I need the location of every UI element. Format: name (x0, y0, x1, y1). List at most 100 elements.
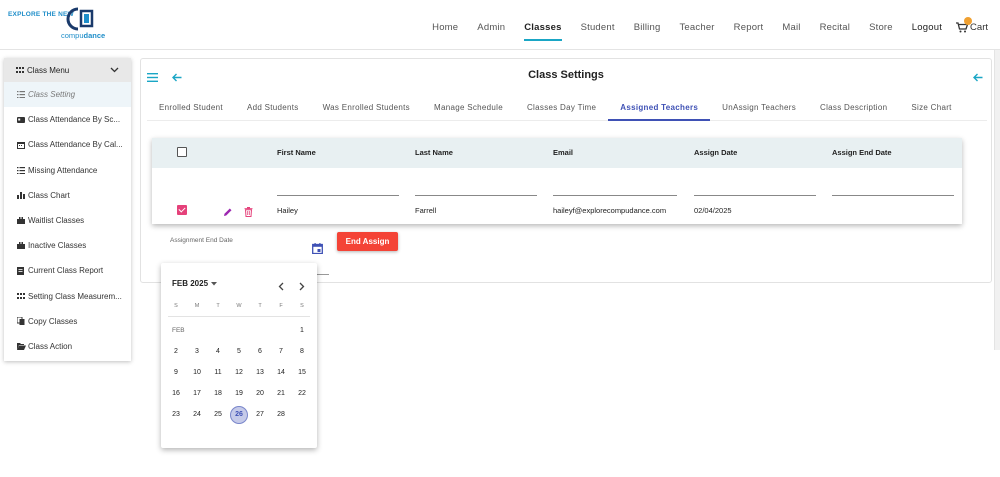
tab-class-description[interactable]: Class Description (808, 95, 899, 121)
tab-manage-schedule[interactable]: Manage Schedule (422, 95, 515, 121)
calendar-day[interactable]: 1 (293, 322, 311, 340)
calendar-day[interactable]: 17 (188, 385, 206, 403)
calendar-day[interactable]: 11 (209, 364, 227, 382)
sidebar-item-missing-attendance[interactable]: Missing Attendance (4, 158, 131, 183)
sidebar-item-copy-classes[interactable]: Copy Classes (4, 309, 131, 334)
calendar-day[interactable]: 8 (293, 343, 311, 361)
row-checkbox[interactable] (177, 205, 187, 215)
filter-email-input[interactable] (553, 195, 677, 196)
filter-first-name-input[interactable] (277, 195, 399, 196)
header-last-name[interactable]: Last Name (415, 148, 453, 157)
next-month-button[interactable] (298, 278, 306, 296)
brand-name: compudance (61, 31, 106, 40)
datepicker-popup: FEB 2025 S M T W T F S FEB 1 2 3 4 5 6 7 8 9 10 11… (161, 263, 317, 448)
calendar-day[interactable]: 19 (230, 385, 248, 403)
calendar-day[interactable]: 10 (188, 364, 206, 382)
calendar-day[interactable]: 6 (251, 343, 269, 361)
calendar-day[interactable]: 27 (251, 406, 269, 424)
period-selector-button[interactable]: FEB 2025 (172, 279, 218, 288)
calendar-day[interactable]: 4 (209, 343, 227, 361)
calendar-day[interactable]: 22 (293, 385, 311, 403)
calendar-day[interactable]: 28 (272, 406, 290, 424)
folder-open-icon (17, 342, 26, 350)
table-header: First Name Last Name Email Assign Date A… (152, 138, 962, 168)
end-assign-button[interactable]: End Assign (337, 232, 398, 251)
page-scrollbar[interactable] (994, 50, 1000, 350)
briefcase-icon (17, 242, 26, 250)
grid-icon (16, 66, 24, 73)
filter-assign-end-date-input[interactable] (832, 195, 954, 196)
copy-icon (17, 317, 26, 326)
calendar-day[interactable]: 12 (230, 364, 248, 382)
sidebar-item-attendance-by-calendar[interactable]: Class Attendance By Cal... (4, 132, 131, 157)
cell-first-name: Hailey (277, 206, 298, 215)
nav-classes[interactable]: Classes (524, 22, 562, 41)
report-icon (17, 266, 26, 275)
weekday-label: F (279, 303, 283, 309)
header-first-name[interactable]: First Name (277, 148, 316, 157)
nav-logout[interactable]: Logout (912, 22, 942, 39)
tab-size-chart[interactable]: Size Chart (899, 95, 963, 121)
calendar-day[interactable]: 25 (209, 406, 227, 424)
calendar-day[interactable]: 7 (272, 343, 290, 361)
calendar-day-today[interactable]: 26 (230, 406, 248, 424)
calendar-day[interactable]: 23 (167, 406, 185, 424)
back-arrow-right-icon[interactable] (973, 69, 983, 87)
tab-assigned-teachers[interactable]: Assigned Teachers (608, 95, 711, 121)
sidebar-item-current-class-report[interactable]: Current Class Report (4, 258, 131, 283)
calendar-day[interactable]: 15 (293, 364, 311, 382)
tab-was-enrolled-students[interactable]: Was Enrolled Students (311, 95, 422, 121)
sidebar-item-inactive-classes[interactable]: Inactive Classes (4, 233, 131, 258)
brand-logo[interactable]: EXPLORE THE NEW compudance (6, 6, 106, 42)
sidebar-item-class-action[interactable]: Class Action (4, 334, 131, 359)
calendar-day[interactable]: 9 (167, 364, 185, 382)
tab-add-students[interactable]: Add Students (235, 95, 311, 121)
page-title: Class Settings (528, 69, 604, 81)
sidebar-item-setting-class-measurement[interactable]: Setting Class Measurem... (4, 284, 131, 309)
month-label: FEB (172, 327, 185, 334)
nav-teacher[interactable]: Teacher (679, 22, 714, 39)
sidebar-item-class-chart[interactable]: Class Chart (4, 183, 131, 208)
sidebar-item-class-setting[interactable]: Class Setting (4, 82, 131, 108)
calendar-day[interactable]: 16 (167, 385, 185, 403)
header-assign-date[interactable]: Assign Date (694, 148, 737, 157)
filter-last-name-input[interactable] (415, 195, 537, 196)
tab-unassign-teachers[interactable]: UnAssign Teachers (710, 95, 808, 121)
weekday-label: T (216, 303, 220, 309)
calendar-day[interactable]: 2 (167, 343, 185, 361)
cart-badge (964, 17, 973, 25)
nav-store[interactable]: Store (869, 22, 893, 39)
filter-assign-date-input[interactable] (694, 195, 816, 196)
delete-icon[interactable] (244, 204, 253, 222)
nav-recital[interactable]: Recital (820, 22, 850, 39)
class-settings-tabs: Enrolled Student Add Students Was Enroll… (147, 95, 987, 121)
header-email[interactable]: Email (553, 148, 573, 157)
grid-icon (17, 292, 26, 300)
sidebar-item-attendance-by-schedule[interactable]: Class Attendance By Sc... (4, 107, 131, 132)
calendar-day[interactable]: 20 (251, 385, 269, 403)
tab-enrolled-student[interactable]: Enrolled Student (147, 95, 235, 121)
calendar-day[interactable]: 3 (188, 343, 206, 361)
calendar-day[interactable]: 5 (230, 343, 248, 361)
cart-link[interactable]: Cart (956, 17, 988, 33)
calendar-day[interactable]: 24 (188, 406, 206, 424)
nav-student[interactable]: Student (581, 22, 615, 39)
previous-month-button[interactable] (277, 278, 285, 296)
nav-billing[interactable]: Billing (634, 22, 661, 39)
tab-classes-day-time[interactable]: Classes Day Time (515, 95, 608, 121)
sidebar-item-waitlist-classes[interactable]: Waitlist Classes (4, 208, 131, 233)
class-menu-header[interactable]: Class Menu (4, 58, 131, 82)
nav-report[interactable]: Report (734, 22, 764, 39)
edit-icon[interactable] (223, 204, 233, 222)
nav-admin[interactable]: Admin (477, 22, 505, 39)
calendar-day[interactable]: 18 (209, 385, 227, 403)
weekday-label: T (258, 303, 262, 309)
calendar-day[interactable]: 13 (251, 364, 269, 382)
header-assign-end-date[interactable]: Assign End Date (832, 148, 892, 157)
calendar-day[interactable]: 21 (272, 385, 290, 403)
nav-home[interactable]: Home (432, 22, 458, 39)
nav-mail[interactable]: Mail (782, 22, 800, 39)
select-all-checkbox[interactable] (177, 147, 187, 157)
calendar-toggle-icon[interactable] (312, 241, 323, 259)
calendar-day[interactable]: 14 (272, 364, 290, 382)
